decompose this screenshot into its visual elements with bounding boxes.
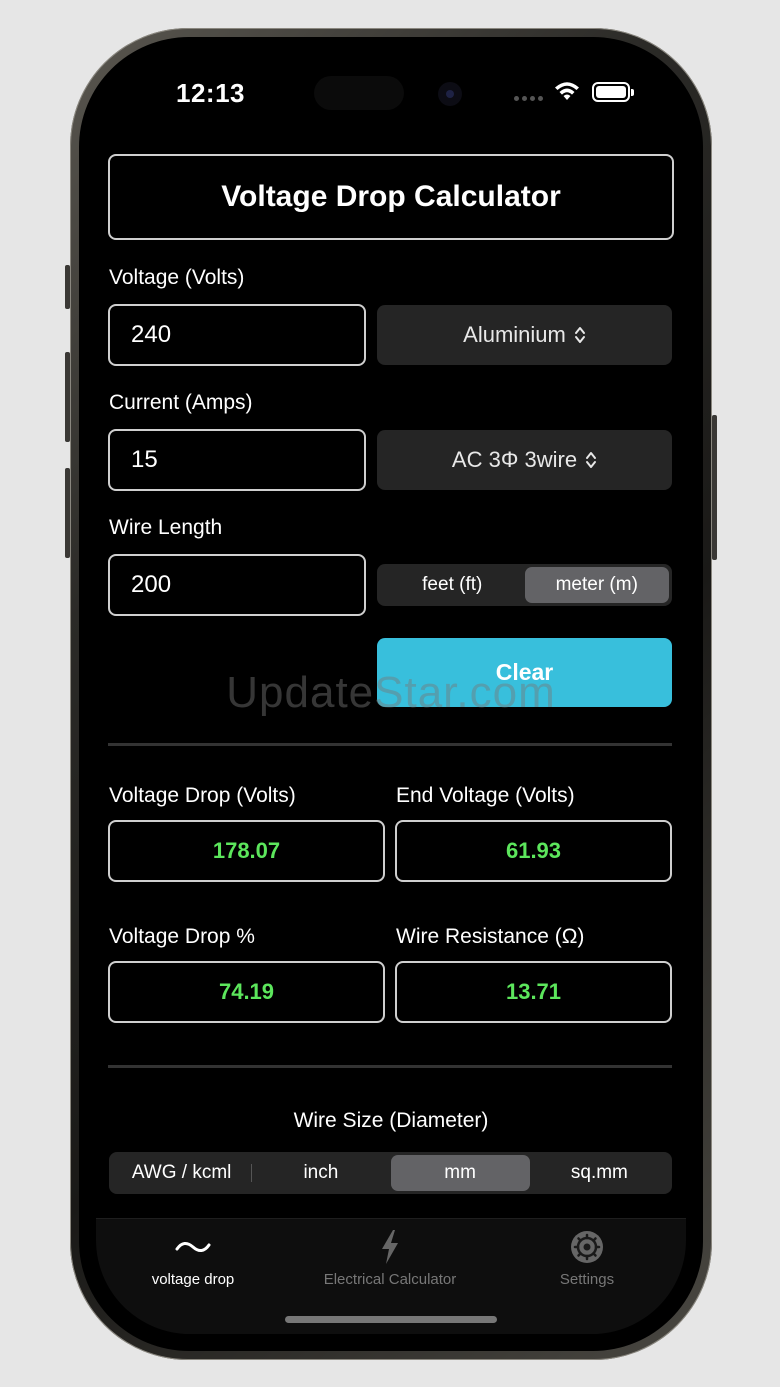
material-picker[interactable]: Aluminium xyxy=(377,305,672,365)
length-label: Wire Length xyxy=(109,516,223,539)
wire-size-segmented: AWG / kcml inch mm sq.mm xyxy=(109,1152,672,1194)
page-title: Voltage Drop Calculator xyxy=(108,154,674,240)
home-indicator[interactable] xyxy=(285,1316,497,1323)
gear-icon xyxy=(571,1231,603,1263)
action-button xyxy=(65,265,70,309)
volume-up-button xyxy=(65,352,70,442)
dynamic-island xyxy=(314,76,404,110)
size-inch-option[interactable]: inch xyxy=(251,1155,390,1191)
tab-settings[interactable]: Settings xyxy=(492,1227,682,1288)
camera-icon xyxy=(438,82,462,106)
watermark: UpdateStar.com xyxy=(226,668,556,717)
phase-picker[interactable]: AC 3Φ 3wire xyxy=(377,430,672,490)
divider xyxy=(108,1065,672,1068)
battery-icon xyxy=(592,82,634,102)
tab-label: Electrical Calculator xyxy=(323,1271,457,1288)
signal-dots-icon xyxy=(514,96,543,101)
screen: 12:13 Voltage Drop Calculator Voltage (V… xyxy=(96,54,686,1334)
chevron-up-down-icon xyxy=(574,327,585,343)
resistance-label: Wire Resistance (Ω) xyxy=(396,925,585,948)
wifi-icon xyxy=(555,82,579,100)
status-time: 12:13 xyxy=(176,78,245,108)
tab-electrical-calculator[interactable]: Electrical Calculator xyxy=(295,1227,485,1288)
wire-size-label: Wire Size (Diameter) xyxy=(293,1109,489,1132)
tab-label: voltage drop xyxy=(151,1271,235,1288)
unit-meter-option[interactable]: meter (m) xyxy=(524,567,669,603)
size-awg-option[interactable]: AWG / kcml xyxy=(112,1155,251,1191)
current-input[interactable]: 15 xyxy=(108,429,366,491)
end-voltage-value: 61.93 xyxy=(395,820,672,882)
length-unit-segmented: feet (ft) meter (m) xyxy=(377,564,672,606)
end-voltage-label: End Voltage (Volts) xyxy=(396,784,575,807)
material-picker-value: Aluminium xyxy=(463,322,566,347)
divider xyxy=(108,743,672,746)
current-label: Current (Amps) xyxy=(109,391,253,414)
voltage-label: Voltage (Volts) xyxy=(109,266,245,289)
voltage-drop-value: 178.07 xyxy=(108,820,385,882)
voltage-drop-label: Voltage Drop (Volts) xyxy=(109,784,296,807)
power-button xyxy=(712,415,717,560)
voltage-input[interactable]: 240 xyxy=(108,304,366,366)
bolt-icon xyxy=(382,1230,398,1264)
resistance-value: 13.71 xyxy=(395,961,672,1023)
volume-down-button xyxy=(65,468,70,558)
tab-label: Settings xyxy=(559,1271,615,1288)
drop-percent-value: 74.19 xyxy=(108,961,385,1023)
chevron-up-down-icon xyxy=(586,452,597,468)
size-mm-option[interactable]: mm xyxy=(390,1155,530,1191)
size-sqmm-option[interactable]: sq.mm xyxy=(530,1155,669,1191)
drop-percent-label: Voltage Drop % xyxy=(109,925,255,948)
phase-picker-value: AC 3Φ 3wire xyxy=(451,447,578,472)
length-input[interactable]: 200 xyxy=(108,554,366,616)
tab-voltage-drop[interactable]: voltage drop xyxy=(98,1227,288,1288)
wave-icon xyxy=(175,1242,211,1252)
unit-feet-option[interactable]: feet (ft) xyxy=(380,567,525,603)
